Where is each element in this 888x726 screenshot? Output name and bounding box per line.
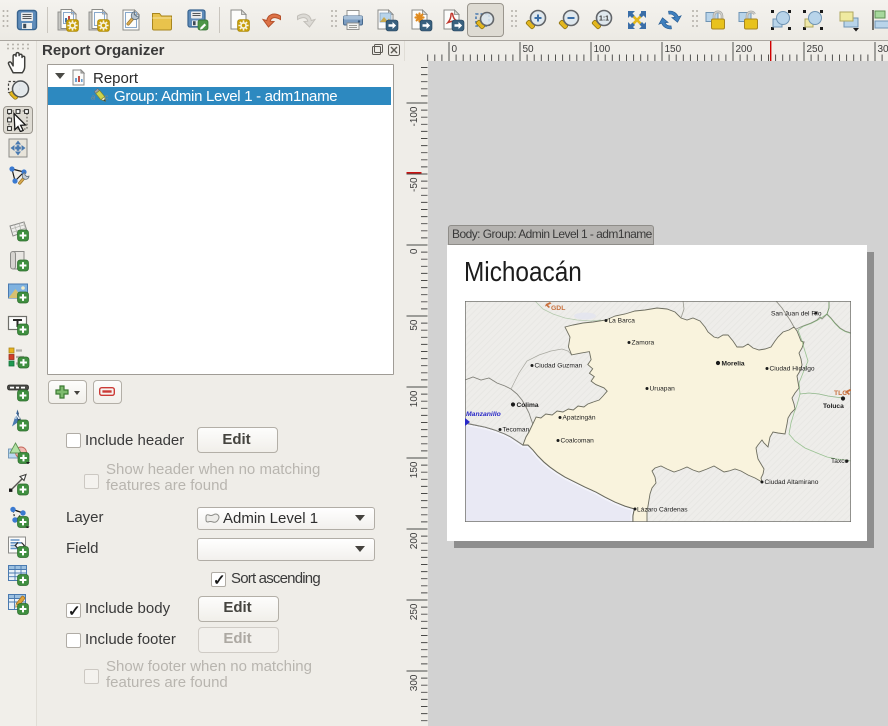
svg-text:100: 100 — [409, 390, 420, 407]
svg-text:TLC: TLC — [834, 390, 847, 397]
svg-text:150: 150 — [665, 44, 682, 55]
svg-text:Manzanillo: Manzanillo — [466, 411, 501, 418]
svg-text:1:1: 1:1 — [599, 16, 609, 23]
svg-text:Colima: Colima — [517, 402, 539, 409]
svg-text:Apatzingán: Apatzingán — [563, 415, 596, 422]
svg-text:Ciudad Altamirano: Ciudad Altamirano — [765, 479, 819, 486]
svg-text:Zamora: Zamora — [632, 340, 655, 347]
svg-text:150: 150 — [409, 461, 420, 478]
svg-text:200: 200 — [736, 44, 753, 55]
svg-text:Morelia: Morelia — [722, 361, 745, 368]
svg-text:San Juan del Río: San Juan del Río — [771, 311, 822, 318]
svg-text:0: 0 — [452, 44, 458, 55]
svg-text:250: 250 — [409, 603, 420, 620]
svg-text:Tecoman: Tecoman — [503, 427, 530, 434]
svg-text:Lázaro Cárdenas: Lázaro Cárdenas — [637, 507, 688, 514]
svg-text:250: 250 — [807, 44, 824, 55]
svg-text:GDL: GDL — [551, 305, 565, 312]
svg-text:Taxco: Taxco — [831, 458, 849, 465]
svg-text:300: 300 — [409, 674, 420, 691]
svg-text:100: 100 — [594, 44, 611, 55]
svg-text:-50: -50 — [409, 177, 420, 192]
svg-text:200: 200 — [409, 532, 420, 549]
svg-text:Uruapan: Uruapan — [650, 386, 676, 393]
svg-text:0: 0 — [409, 248, 420, 254]
svg-text:a: a — [91, 93, 95, 102]
svg-text:Ciudad Guzman: Ciudad Guzman — [535, 363, 583, 370]
svg-text:Ciudad Hidalgo: Ciudad Hidalgo — [770, 366, 815, 373]
svg-text:Toluca: Toluca — [823, 403, 844, 410]
svg-text:Coalcoman: Coalcoman — [561, 438, 595, 445]
svg-text:300: 300 — [878, 44, 888, 55]
svg-text:-100: -100 — [409, 106, 420, 126]
svg-text:50: 50 — [523, 44, 535, 55]
svg-text:50: 50 — [409, 319, 420, 331]
svg-text:La Barca: La Barca — [609, 318, 636, 325]
